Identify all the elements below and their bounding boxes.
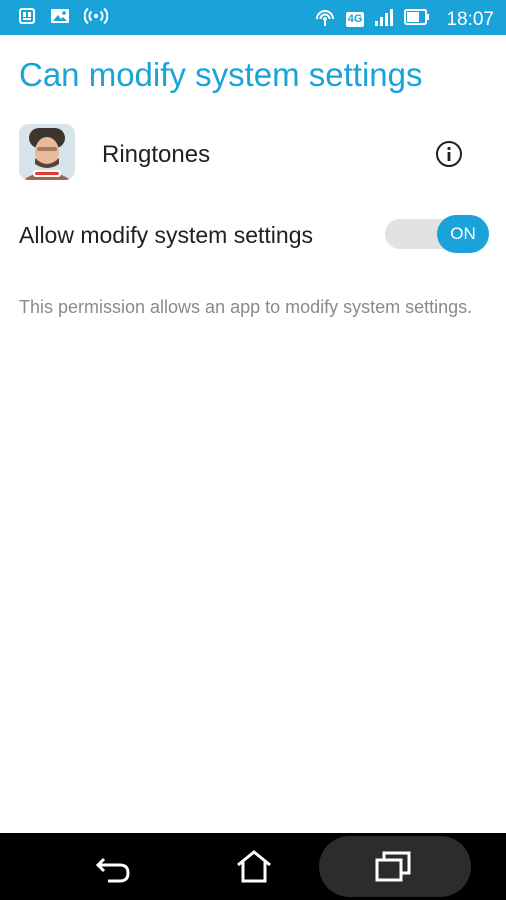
- hotspot-icon: [83, 7, 109, 30]
- allow-modify-toggle[interactable]: ON: [385, 215, 489, 253]
- allow-modify-label: Allow modify system settings: [19, 222, 313, 248]
- wireless-icon: [314, 6, 336, 33]
- home-button[interactable]: [218, 833, 290, 900]
- info-icon[interactable]: [435, 140, 463, 168]
- back-button[interactable]: [78, 833, 148, 900]
- battery-icon: [404, 8, 430, 31]
- navigation-bar: [0, 833, 506, 900]
- recent-apps-icon: [375, 850, 411, 887]
- status-bar-right: 4G 18:07: [314, 6, 494, 33]
- recent-apps-button[interactable]: [319, 836, 471, 897]
- toggle-thumb: ON: [437, 215, 489, 253]
- allow-modify-row[interactable]: Allow modify system settings ON: [0, 210, 506, 260]
- page-title: Can modify system settings: [19, 56, 423, 93]
- status-time: 18:07: [446, 8, 494, 30]
- app-avatar-icon: [19, 124, 75, 180]
- network-4g-badge: 4G: [345, 12, 365, 27]
- sim-icon: [18, 7, 36, 30]
- app-row: Ringtones: [0, 122, 506, 184]
- home-icon: [235, 849, 273, 888]
- status-bar: 4G 18:07: [0, 0, 506, 35]
- status-bar-left: [18, 7, 109, 30]
- signal-icon: [374, 7, 394, 32]
- back-icon: [95, 851, 132, 888]
- permission-description: This permission allows an app to modify …: [19, 297, 473, 317]
- app-name: Ringtones: [102, 141, 211, 168]
- image-icon: [50, 7, 70, 30]
